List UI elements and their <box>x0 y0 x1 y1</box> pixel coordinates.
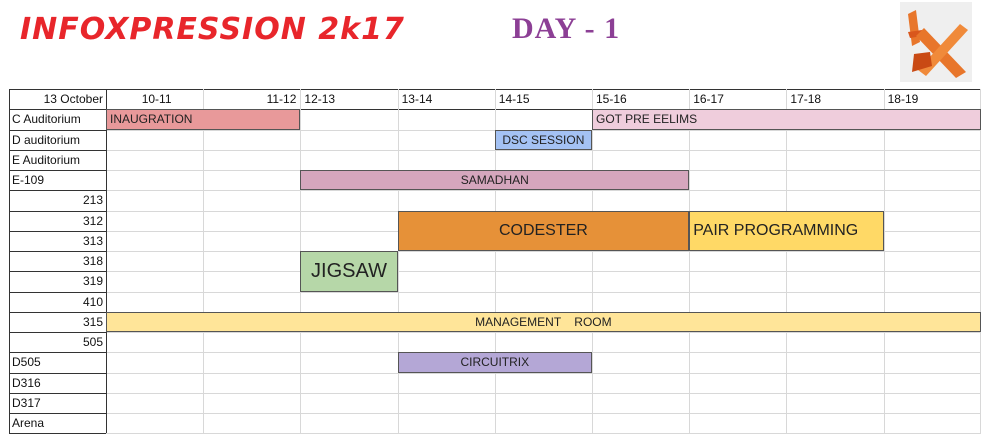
time-slot-header: 14-15 <box>498 92 530 106</box>
day-label: DAY - 1 <box>512 12 621 45</box>
room-label: D505 <box>12 355 41 370</box>
time-slot-header: 18-19 <box>887 92 919 106</box>
event-block: GOT PRE EELIMS <box>592 109 981 130</box>
event-block: SAMADHAN <box>300 170 690 191</box>
grid-col-line <box>592 89 593 433</box>
event-block: CIRCUITRIX <box>397 352 592 373</box>
room-label: D auditorium <box>12 132 81 147</box>
ix-logo-icon <box>900 2 972 82</box>
date-header: 13 October <box>43 92 103 106</box>
time-slot-header: 11-12 <box>266 92 297 106</box>
room-label: 315 <box>82 314 103 329</box>
event-block: MANAGEMENT ROOM <box>106 311 981 332</box>
time-slot-header: 10-11 <box>141 92 172 106</box>
event-block: JIGSAW <box>300 251 398 292</box>
event-block: PAIR PROGRAMMING <box>689 210 884 251</box>
schedule-grid: 13 October 10-11 11-12 12-13 13-14 14-15 15-1… <box>9 89 981 435</box>
room-label: E-109 <box>12 173 45 187</box>
time-slot-header: 17-18 <box>790 92 822 106</box>
grid-col-line <box>980 89 981 433</box>
time-slot-header: 15-16 <box>596 92 627 106</box>
event-title: INFOXPRESSION 2k17 <box>20 12 405 47</box>
room-label: Arena <box>12 416 45 430</box>
grid-col-line <box>786 89 788 433</box>
room-label: 318 <box>82 254 103 268</box>
label-row-line <box>9 433 106 435</box>
room-label: 213 <box>82 193 103 208</box>
room-label: 505 <box>82 335 103 349</box>
grid-col-line <box>883 89 885 433</box>
time-slot-header: 13-14 <box>401 92 433 106</box>
time-slot-header: 16-17 <box>693 92 724 106</box>
room-label: E Auditorium <box>12 152 81 167</box>
grid-col-line <box>397 89 399 433</box>
event-block: CODESTER <box>397 210 690 251</box>
room-label: D316 <box>12 375 41 390</box>
event-block: INAUGRATION <box>106 109 301 130</box>
grid-row-line <box>9 433 981 435</box>
event-block: DSC SESSION <box>494 129 592 150</box>
room-label: 319 <box>82 274 103 289</box>
grid-col-line <box>689 89 691 433</box>
room-label: C Auditorium <box>12 112 81 127</box>
room-label: 410 <box>82 294 103 309</box>
grid-col-line <box>203 89 205 433</box>
label-col-line <box>106 89 107 433</box>
time-slot-header: 12-13 <box>304 92 336 106</box>
room-label: D317 <box>12 395 41 410</box>
room-label: 313 <box>82 233 103 248</box>
room-label: 312 <box>82 213 103 228</box>
